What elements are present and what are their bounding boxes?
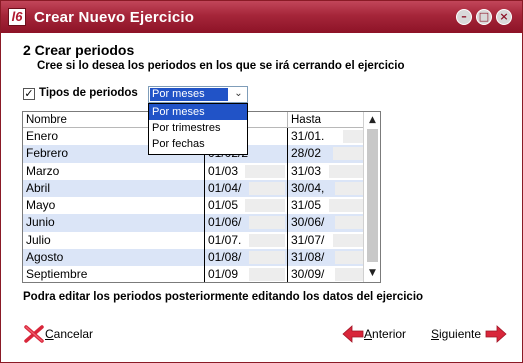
redacted-block <box>333 147 363 161</box>
cancel-x-icon <box>24 325 44 343</box>
option-por-meses[interactable]: Por meses <box>149 104 247 120</box>
table-row[interactable]: Mayo 01/05 31/05 <box>23 197 363 215</box>
period-type-select[interactable]: Por meses ⌄ <box>148 86 248 103</box>
cell-nombre[interactable]: Agosto <box>23 249 205 267</box>
dialog-content: 2 Crear periodos Cree si lo desea los pe… <box>1 33 522 362</box>
redacted-block <box>329 199 363 213</box>
cancel-label: ancelar <box>53 327 94 341</box>
cell-nombre[interactable]: Septiembre <box>23 266 205 282</box>
option-por-trimestres[interactable]: Por trimestres <box>149 120 247 136</box>
redacted-block <box>245 199 285 213</box>
step-description: Cree si lo desea los periodos en los que… <box>37 60 405 72</box>
option-por-fechas[interactable]: Por fechas <box>149 136 247 152</box>
table-row[interactable]: Abril 01/04/ 30/04, <box>23 179 363 198</box>
chevron-down-icon[interactable]: ⌄ <box>231 88 246 101</box>
maximize-button[interactable]: □ <box>476 9 492 25</box>
dialog-window: l6 Crear Nuevo Ejercicio – □ × 2 Crear p… <box>0 0 523 363</box>
back-label: nterior <box>372 327 407 341</box>
app-logo-icon: l6 <box>8 8 26 26</box>
edit-hint-text: Podra editar los periodos posteriormente… <box>23 291 424 303</box>
table-row[interactable]: Julio 01/07. 31/07/ <box>23 231 363 250</box>
window-title: Crear Nuevo Ejercicio <box>34 9 195 26</box>
back-button[interactable]: Anterior <box>342 323 406 345</box>
column-header-hasta[interactable]: Hasta <box>288 112 363 128</box>
title-bar[interactable]: l6 Crear Nuevo Ejercicio – □ × <box>1 1 522 33</box>
arrow-right-icon <box>485 325 507 343</box>
table-row[interactable]: Marzo 01/03 31/03 <box>23 162 363 180</box>
scroll-thumb[interactable] <box>367 129 378 262</box>
period-type-dropdown: Por meses Por trimestres Por fechas <box>148 103 248 155</box>
redacted-block <box>329 164 363 178</box>
redacted-block <box>335 251 363 265</box>
redacted-block <box>333 233 363 247</box>
scroll-down-icon[interactable]: ▼ <box>365 266 380 280</box>
back-mnemonic: A <box>364 327 373 341</box>
vertical-scrollbar[interactable]: ▲ ▼ <box>363 112 380 282</box>
redacted-block <box>343 130 363 143</box>
period-types-checkbox[interactable]: ✓ <box>23 88 35 100</box>
table-row[interactable]: Agosto 01/08/ 31/08/ <box>23 249 363 267</box>
table-row[interactable]: Junio 01/06/ 30/06/ <box>23 214 363 232</box>
redacted-block <box>249 251 285 265</box>
next-button[interactable]: Siguiente <box>431 323 507 345</box>
redacted-block <box>335 268 363 282</box>
table-row[interactable]: Septiembre 01/09 30/09/ <box>23 266 363 282</box>
divider <box>9 77 514 78</box>
next-label: iguiente <box>439 327 482 341</box>
redacted-block <box>249 216 285 230</box>
arrow-left-icon <box>342 325 364 343</box>
redacted-block <box>249 233 285 247</box>
period-type-selected-value: Por meses <box>150 88 228 101</box>
redacted-block <box>245 164 285 178</box>
period-types-label[interactable]: Tipos de periodos <box>39 87 138 99</box>
redacted-block <box>335 181 363 195</box>
next-mnemonic: S <box>431 327 440 341</box>
redacted-block <box>249 181 285 195</box>
close-button[interactable]: × <box>496 9 512 25</box>
redacted-block <box>335 216 363 230</box>
cell-nombre[interactable]: Marzo <box>23 162 205 180</box>
cell-nombre[interactable]: Junio <box>23 214 205 232</box>
cell-nombre[interactable]: Julio <box>23 231 205 250</box>
cancel-button[interactable]: Cancelar <box>23 323 93 345</box>
step-title: 2 Crear periodos <box>23 42 135 58</box>
cancel-mnemonic: C <box>45 327 54 341</box>
cell-nombre[interactable]: Abril <box>23 179 205 198</box>
scroll-up-icon[interactable]: ▲ <box>365 113 380 127</box>
cell-nombre[interactable]: Mayo <box>23 197 205 215</box>
minimize-button[interactable]: – <box>456 9 472 25</box>
redacted-block <box>249 268 285 282</box>
